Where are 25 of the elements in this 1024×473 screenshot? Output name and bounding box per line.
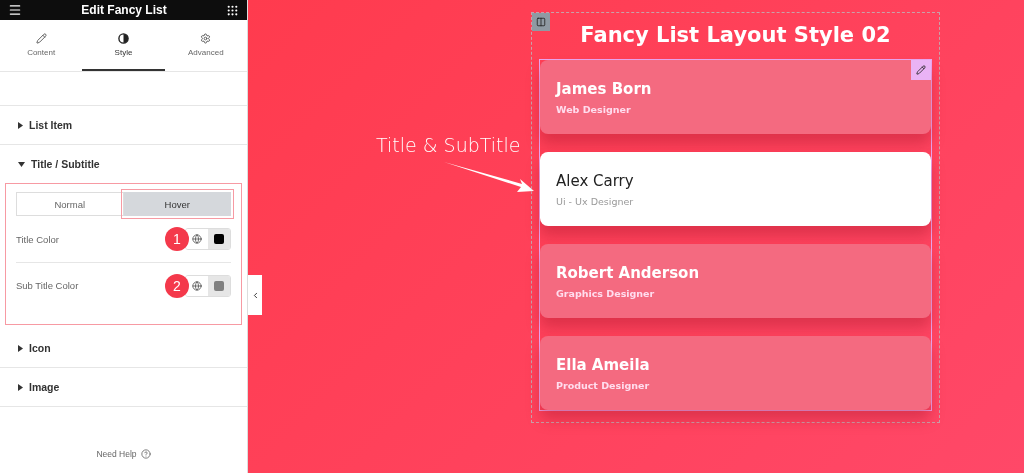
card-subtitle: Graphics Designer bbox=[556, 287, 656, 299]
panel-tab[interactable]: Content bbox=[0, 20, 83, 71]
section-header[interactable]: List Item bbox=[0, 106, 247, 144]
panel-title: Edit Fancy List bbox=[81, 3, 167, 17]
card-title: Robert Anderson bbox=[556, 263, 701, 282]
annotation-label: Title & SubTitle bbox=[376, 134, 521, 156]
section-header[interactable]: Icon bbox=[0, 329, 247, 367]
panel-tab[interactable]: Advanced bbox=[164, 20, 247, 71]
help-link[interactable]: Need Help bbox=[96, 449, 137, 459]
card-title: Ella Ameila bbox=[556, 355, 651, 374]
step-badge: 2 bbox=[165, 274, 189, 298]
card-subtitle: Web Designer bbox=[556, 103, 632, 115]
state-toggle[interactable]: Hover bbox=[123, 192, 231, 216]
panel-tab[interactable]: Style bbox=[82, 20, 165, 71]
list-heading: Fancy List Layout Style 02 bbox=[580, 23, 891, 47]
step-badge: 1 bbox=[165, 227, 189, 251]
control-label: Sub Title Color bbox=[16, 280, 79, 291]
card-title: James Born bbox=[556, 79, 653, 98]
section-header[interactable]: Image bbox=[0, 368, 247, 406]
card-subtitle: Product Designer bbox=[556, 379, 651, 391]
control-label: Title Color bbox=[16, 233, 59, 245]
card-title: Alex Carry bbox=[556, 171, 635, 190]
state-toggle[interactable]: Normal bbox=[16, 192, 124, 216]
section-header[interactable]: Title / Subtitle bbox=[0, 145, 247, 183]
card-subtitle: Ui - Ux Designer bbox=[556, 195, 635, 207]
